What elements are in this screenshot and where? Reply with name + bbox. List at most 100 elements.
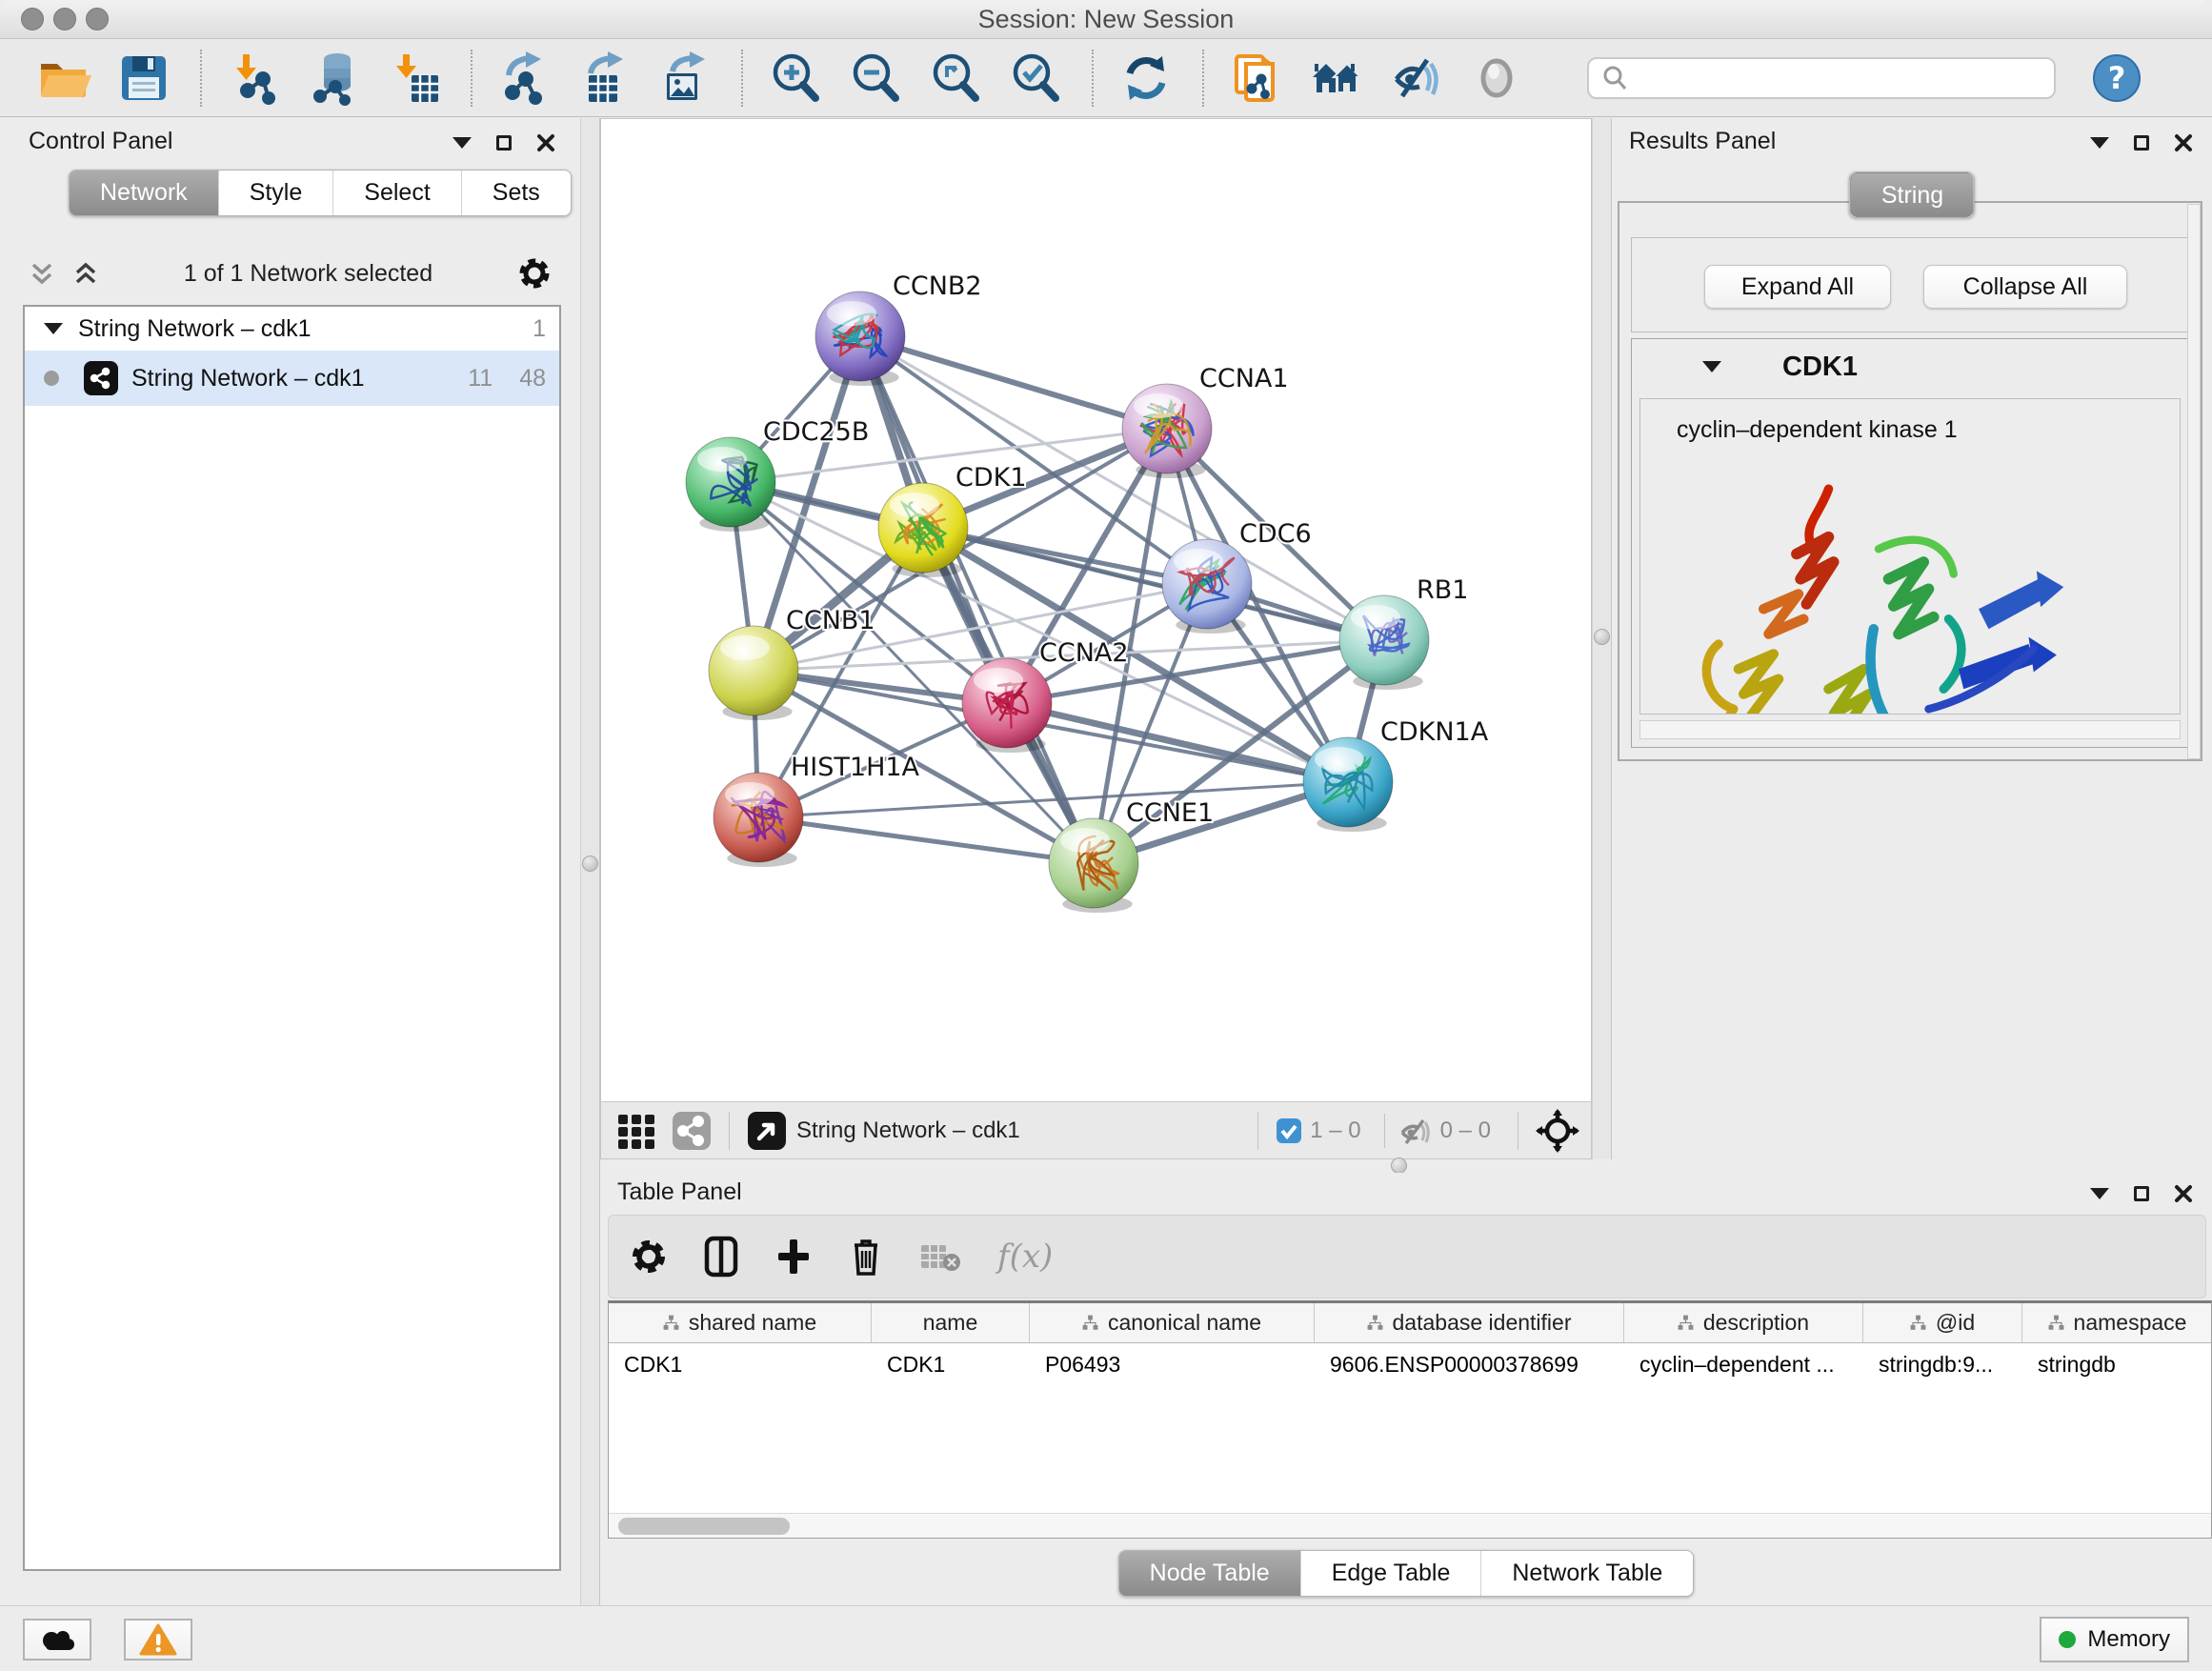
open-session-button[interactable] xyxy=(36,50,91,107)
float-panel-icon[interactable] xyxy=(496,135,512,151)
network-node-RB1[interactable] xyxy=(1339,595,1429,690)
apply-layout-button[interactable] xyxy=(1118,50,1174,107)
delete-column-trash-icon[interactable] xyxy=(849,1236,883,1278)
expand-all-button[interactable]: Expand All xyxy=(1704,265,1891,309)
zoom-window-button[interactable] xyxy=(86,8,109,30)
results-hscrollbar[interactable] xyxy=(1639,720,2181,739)
network-node-CDKN1A[interactable] xyxy=(1303,737,1393,832)
network-collection-row[interactable]: String Network – cdk1 1 xyxy=(25,307,559,351)
selected-checkbox-icon[interactable] xyxy=(1276,1117,1302,1144)
export-network-button[interactable] xyxy=(497,50,553,107)
gear-icon[interactable] xyxy=(517,256,552,291)
zoom-selected-button[interactable] xyxy=(1008,50,1063,107)
splitter-handle[interactable] xyxy=(582,856,598,872)
tab-style[interactable]: Style xyxy=(219,171,334,215)
tab-network-table[interactable]: Network Table xyxy=(1481,1551,1693,1596)
column-header-name[interactable]: name xyxy=(872,1303,1030,1342)
memory-button[interactable]: Memory xyxy=(2040,1617,2189,1662)
network-node-HIST1H1A[interactable] xyxy=(714,773,803,867)
show-columns-icon[interactable] xyxy=(704,1236,738,1278)
cloud-button[interactable] xyxy=(23,1619,91,1661)
tab-edge-table[interactable]: Edge Table xyxy=(1301,1551,1482,1596)
table-row[interactable]: CDK1CDK1P064939606.ENSP00000378699cyclin… xyxy=(609,1343,2211,1385)
table-settings-gear-icon[interactable] xyxy=(630,1238,668,1276)
network-node-CCNB1[interactable] xyxy=(709,626,798,720)
fit-content-crosshair-icon[interactable] xyxy=(1536,1109,1579,1153)
scrollbar-thumb[interactable] xyxy=(618,1518,790,1535)
results-vscrollbar[interactable] xyxy=(2187,204,2201,759)
help-button[interactable]: ? xyxy=(2092,53,2142,103)
float-panel-icon[interactable] xyxy=(2134,135,2149,151)
save-session-button[interactable] xyxy=(116,50,171,107)
import-network-file-button[interactable] xyxy=(227,50,282,107)
close-panel-icon[interactable] xyxy=(2174,133,2193,152)
network-node-CCNE1[interactable] xyxy=(1049,818,1138,913)
close-panel-icon[interactable] xyxy=(536,133,555,152)
panel-menu-icon[interactable] xyxy=(452,137,472,149)
float-panel-icon[interactable] xyxy=(2134,1186,2149,1201)
copy-network-button[interactable] xyxy=(1229,50,1284,107)
show-all-button[interactable] xyxy=(1469,50,1524,107)
warnings-button[interactable] xyxy=(124,1619,192,1661)
add-column-icon[interactable] xyxy=(774,1236,813,1278)
tree-expand-icon[interactable] xyxy=(44,323,63,334)
network-edge[interactable] xyxy=(860,336,1094,863)
column-header-namespace[interactable]: namespace xyxy=(2022,1303,2212,1342)
collapse-all-button[interactable]: Collapse All xyxy=(1923,265,2127,309)
column-header-description[interactable]: description xyxy=(1624,1303,1863,1342)
panel-menu-icon[interactable] xyxy=(2090,1188,2109,1199)
splitter-handle[interactable] xyxy=(1594,629,1610,645)
zoom-out-button[interactable] xyxy=(848,50,903,107)
zoom-in-button[interactable] xyxy=(768,50,823,107)
tab-sets[interactable]: Sets xyxy=(462,171,571,215)
network-node-CDC25B[interactable] xyxy=(686,437,775,532)
birds-eye-view-icon[interactable] xyxy=(747,1111,787,1151)
main-toolbar: ? xyxy=(0,39,2212,117)
network-view-type-icon[interactable] xyxy=(672,1111,712,1151)
network-edge[interactable] xyxy=(860,336,1167,429)
zoom-fit-button[interactable] xyxy=(928,50,983,107)
collapse-section-icon[interactable] xyxy=(1702,361,1721,372)
network-edge[interactable] xyxy=(758,817,1094,863)
tab-network[interactable]: Network xyxy=(70,171,219,215)
table-hscrollbar[interactable] xyxy=(609,1513,2211,1538)
gene-section-header[interactable]: CDK1 xyxy=(1632,339,2188,394)
import-table-button[interactable] xyxy=(387,50,442,107)
minimize-window-button[interactable] xyxy=(53,8,76,30)
close-window-button[interactable] xyxy=(21,8,44,30)
export-image-button[interactable] xyxy=(657,50,713,107)
network-status-dot xyxy=(44,371,59,386)
network-node-CDC6[interactable] xyxy=(1162,539,1252,634)
tab-node-table[interactable]: Node Table xyxy=(1119,1551,1301,1596)
network-node-CDK1[interactable] xyxy=(878,483,968,577)
export-table-button[interactable] xyxy=(577,50,633,107)
splitter-handle[interactable] xyxy=(1391,1158,1407,1174)
hide-selected-button[interactable] xyxy=(1389,50,1444,107)
tab-string[interactable]: String xyxy=(1850,172,1974,217)
first-neighbors-button[interactable] xyxy=(1309,50,1364,107)
import-network-database-button[interactable] xyxy=(307,50,362,107)
hidden-eye-icon[interactable] xyxy=(1398,1116,1433,1146)
node-label: CDKN1A xyxy=(1380,717,1489,747)
column-header-@id[interactable]: @id xyxy=(1863,1303,2022,1342)
close-panel-icon[interactable] xyxy=(2174,1184,2193,1203)
column-header-shared-name[interactable]: shared name xyxy=(609,1303,872,1342)
panel-menu-icon[interactable] xyxy=(2090,137,2109,149)
search-input[interactable] xyxy=(1629,64,2042,92)
column-header-canonical-name[interactable]: canonical name xyxy=(1030,1303,1315,1342)
network-node-CCNA1[interactable] xyxy=(1122,384,1212,478)
network-edge[interactable] xyxy=(1007,703,1348,782)
left-panel-splitter[interactable] xyxy=(580,118,600,1605)
collapse-all-tree-icon[interactable] xyxy=(29,259,55,288)
expand-all-tree-icon[interactable] xyxy=(72,259,99,288)
network-view-toolbar: String Network – cdk1 1 – 0 0 – 0 xyxy=(600,1101,1592,1159)
search-box[interactable] xyxy=(1587,57,2056,99)
table-body: CDK1CDK1P064939606.ENSP00000378699cyclin… xyxy=(609,1343,2211,1385)
tab-select[interactable]: Select xyxy=(333,171,461,215)
network-canvas[interactable]: CCNB2CCNA1CDC25BCDK1CDC6RB1CCNB1CCNA2CDK… xyxy=(600,118,1592,1101)
network-row-selected[interactable]: String Network – cdk1 1148 xyxy=(25,351,559,406)
horizontal-splitter[interactable] xyxy=(600,1159,2212,1173)
column-header-database-identifier[interactable]: database identifier xyxy=(1315,1303,1624,1342)
right-panel-splitter[interactable] xyxy=(1592,118,1612,1159)
grid-view-icon[interactable] xyxy=(616,1111,656,1151)
